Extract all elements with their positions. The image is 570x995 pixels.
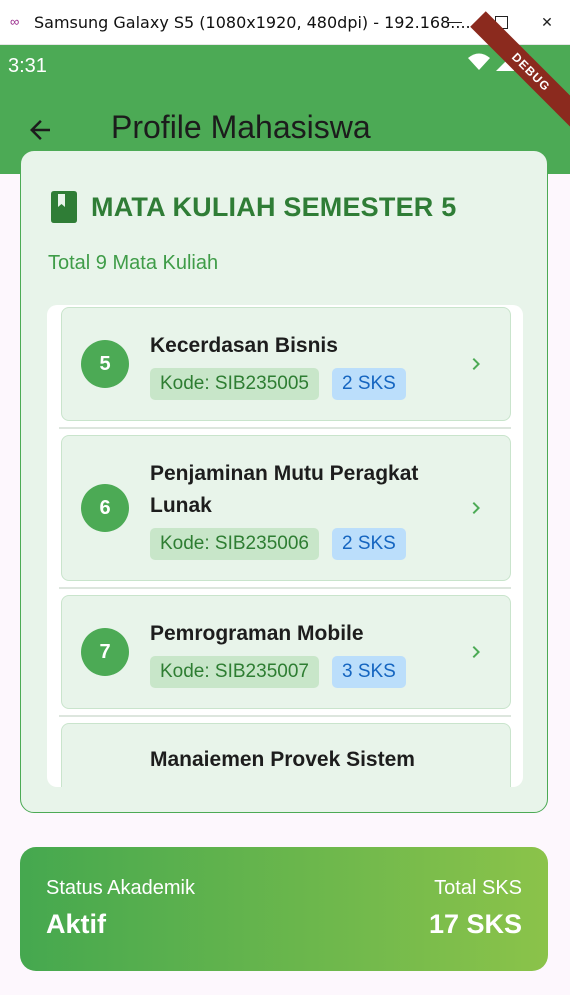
course-list[interactable]: 5 Kecerdasan Bisnis Kode: SIB235005 2 SK… <box>47 305 523 787</box>
courses-count: Total 9 Mata Kuliah <box>48 252 219 274</box>
total-sks-value: 17 SKS <box>428 909 522 939</box>
minimize-button[interactable] <box>432 0 478 45</box>
close-icon: ✕ <box>541 14 553 30</box>
chevron-right-icon <box>472 502 480 514</box>
academic-status-card: Status Akademik Aktif Total SKS 17 SKS <box>20 847 548 971</box>
chevron-right-icon <box>472 358 480 370</box>
course-name: Penjaminan Mutu Peragkat Lunak <box>150 462 419 517</box>
course-name: Kecerdasan Bisnis <box>150 334 338 357</box>
back-button[interactable] <box>20 110 60 150</box>
course-item[interactable]: 5 Kecerdasan Bisnis Kode: SIB235005 2 SK… <box>61 307 511 421</box>
window-title: Samsung Galaxy S5 (1080x1920, 480dpi) - … <box>34 12 471 32</box>
status-time: 3:31 <box>8 55 47 77</box>
courses-card: MATA KULIAH SEMESTER 5 Total 9 Mata Kuli… <box>20 150 548 813</box>
course-code-chip: Kode: SIB235007 <box>150 656 319 688</box>
list-divider <box>59 427 511 429</box>
back-arrow-icon <box>30 120 50 140</box>
close-button[interactable]: ✕ <box>524 0 570 45</box>
chevron-right-icon <box>472 646 480 658</box>
status-value: Aktif <box>46 909 106 939</box>
course-item[interactable]: 6 Penjaminan Mutu Peragkat Lunak Kode: S… <box>61 435 511 581</box>
course-item[interactable]: 7 Pemrograman Mobile Kode: SIB235007 3 S… <box>61 595 511 709</box>
course-item[interactable]: Manaiemen Provek Sistem <box>61 723 511 787</box>
wifi-icon <box>468 53 490 70</box>
course-code-chip: Kode: SIB235005 <box>150 368 319 400</box>
course-code-chip: Kode: SIB235006 <box>150 528 319 560</box>
minimize-icon <box>448 22 462 23</box>
course-name: Pemrograman Mobile <box>150 622 364 645</box>
course-sks-chip: 2 SKS <box>331 528 406 560</box>
course-number-badge: 5 <box>81 340 129 388</box>
course-number-badge: 7 <box>81 628 129 676</box>
course-sks-chip: 3 SKS <box>331 656 406 688</box>
page-title: Profile Mahasiswa <box>111 109 371 145</box>
course-number-badge: 6 <box>81 484 129 532</box>
list-divider <box>59 715 511 717</box>
course-name: Manaiemen Provek Sistem <box>150 748 415 771</box>
book-icon <box>51 191 77 223</box>
flutter-logo-icon: ∞ <box>10 14 20 29</box>
total-sks-label: Total SKS <box>434 877 522 899</box>
list-divider <box>59 587 511 589</box>
courses-title: MATA KULIAH SEMESTER 5 <box>91 191 457 222</box>
courses-header: MATA KULIAH SEMESTER 5 <box>51 191 456 223</box>
course-sks-chip: 2 SKS <box>331 368 406 400</box>
status-label: Status Akademik <box>46 877 195 899</box>
